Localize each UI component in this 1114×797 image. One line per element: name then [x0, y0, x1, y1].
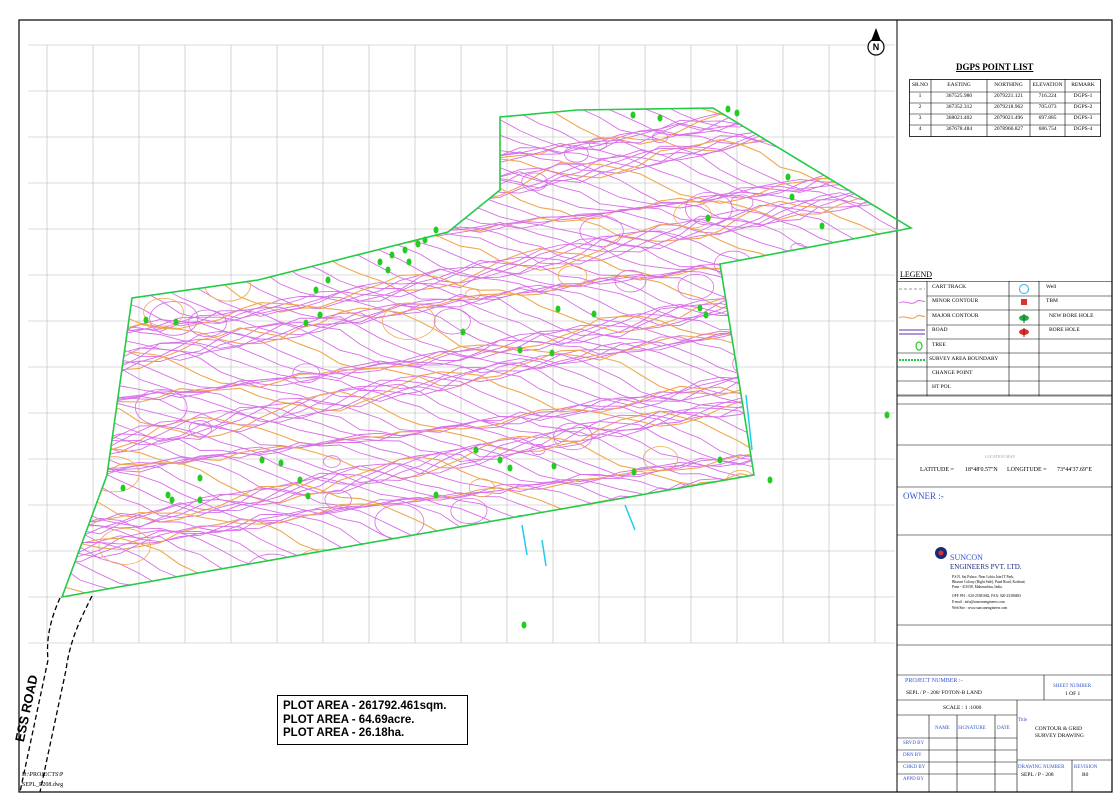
tree-icon — [591, 310, 597, 318]
tree-icon — [657, 114, 663, 122]
col-date: DATE — [997, 726, 1010, 731]
file-path: D:\PROJECTS\P — [22, 772, 64, 778]
col-signature: SIGNATURE — [958, 726, 986, 731]
tree-icon — [385, 266, 391, 274]
scale: SCALE : 1 :1000 — [943, 705, 982, 711]
north-arrow-icon: N — [867, 28, 885, 56]
contour-lines — [62, 108, 911, 597]
sheet-number-label: SHEET NUMBER — [1053, 684, 1092, 689]
location-map-title: LOCATION MAP — [985, 454, 1015, 459]
tree-icon — [377, 258, 383, 266]
drawing-number-label: DRAWING NUMBER — [1018, 765, 1065, 770]
tree-icon — [551, 462, 557, 470]
tree-icon — [725, 105, 731, 113]
tree-icon — [631, 468, 637, 476]
project-number-label: PROJECT NUMBER :- — [905, 678, 963, 684]
plot-area-box: PLOT AREA - 261792.461sqm. PLOT AREA - 6… — [277, 695, 468, 745]
company-name-line2: ENGINEERS PVT. LTD. — [950, 563, 1022, 571]
latitude-value: 18°48'0.57"N — [965, 467, 998, 473]
tree-icon — [402, 246, 408, 254]
company-name-line1: SUNCON — [950, 553, 983, 562]
drawing-number: SEPL / P - 208 — [1021, 772, 1054, 778]
tree-icon — [703, 311, 709, 319]
tree-icon — [785, 173, 791, 181]
tree-icon — [389, 251, 395, 259]
company-address-line: OFF. PH. : 020-25381682, FAX: 020-253804… — [952, 594, 1021, 598]
longitude-value: 73°44'37.69"E — [1057, 467, 1093, 473]
tree-icon — [297, 476, 303, 484]
tree-icon — [259, 456, 265, 464]
sheet-number: 1 OF 1 — [1065, 691, 1081, 697]
tree-icon — [278, 459, 284, 467]
tree-icon — [460, 328, 466, 336]
tree-icon — [521, 621, 527, 629]
longitude-label: LONGITUDE = — [1007, 467, 1047, 473]
title-line1: CONTOUR & GRID — [1035, 726, 1082, 732]
tree-icon — [120, 484, 126, 492]
tree-icon — [507, 464, 513, 472]
tree-icon — [303, 319, 309, 327]
tree-icon — [317, 311, 323, 319]
tree-icon — [433, 491, 439, 499]
tree-icon — [517, 346, 523, 354]
tree-icon — [717, 456, 723, 464]
tree-icon — [549, 349, 555, 357]
col-name: NAME — [935, 726, 950, 731]
tree-icon — [313, 286, 319, 294]
company-logo-icon — [935, 547, 947, 559]
revision-label: REVISION — [1074, 765, 1098, 770]
tree-icon — [497, 456, 503, 464]
tree-icon — [305, 492, 311, 500]
role-label: DRN BY — [903, 753, 922, 758]
tree-icon — [789, 193, 795, 201]
company-address-line: P.S.N. Sai Palace, Near Lohia Jain IT Pa… — [952, 575, 1015, 579]
plot-area-acre: PLOT AREA - 64.69acre. — [283, 713, 415, 726]
tree-icon — [165, 491, 171, 499]
tree-icon — [433, 226, 439, 234]
plot-area-ha: PLOT AREA - 26.18ha. — [283, 727, 405, 739]
tree-icon — [325, 276, 331, 284]
company-address-line: Bhusari Colony (Right Side), Paud Road, … — [952, 580, 1026, 584]
tree-icon — [173, 318, 179, 326]
owner-label: OWNER :- — [903, 491, 944, 501]
company-address-line: E-mail : info@sunconengineers.com — [952, 600, 1005, 604]
project-number: SEPL / P - 208/ FOTON-B LAND — [906, 690, 982, 696]
title-line2: SURVEY DRAWING — [1035, 733, 1084, 739]
latitude-label: LATITUDE = — [920, 467, 954, 473]
tree-icon — [819, 222, 825, 230]
tree-icon — [697, 304, 703, 312]
tree-icon — [767, 476, 773, 484]
tree-icon — [555, 305, 561, 313]
tree-icon — [406, 258, 412, 266]
tree-icon — [143, 316, 149, 324]
tree-icon — [473, 446, 479, 454]
company-address-line: Web Site : www.sunconengineers.com — [952, 606, 1008, 610]
tree-icon — [197, 474, 203, 482]
role-label: SRVD BY — [903, 741, 925, 746]
svg-text:N: N — [873, 42, 880, 52]
role-label: CHKD BY — [903, 765, 926, 770]
tree-icon — [169, 496, 175, 504]
tree-icon — [705, 214, 711, 222]
tree-icon — [884, 411, 890, 419]
company-address-line: Pune - 411038, Maharashtra, India. — [952, 585, 1003, 589]
file-name: SEPL_P208.dwg — [22, 782, 64, 788]
tree-icon — [734, 109, 740, 117]
drawing-sheet: N ESS ROAD D:\PROJECTS\P SEPL_P208.dwg P… — [0, 0, 1114, 797]
role-label: APPD BY — [903, 777, 924, 782]
plot-area-sqm: PLOT AREA - 261792.461sqm. — [283, 700, 447, 712]
title-label: Title — [1018, 718, 1028, 723]
tree-icon — [415, 240, 421, 248]
revision: R0 — [1082, 772, 1089, 778]
tree-icon — [197, 496, 203, 504]
tree-icon — [630, 111, 636, 119]
